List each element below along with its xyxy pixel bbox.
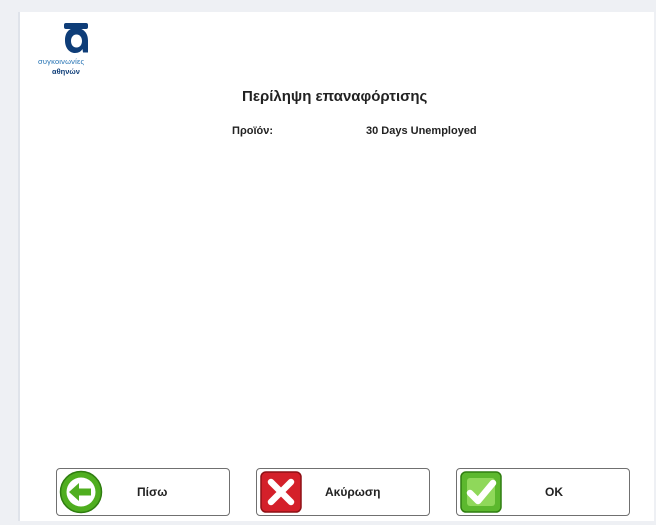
arrow-left-icon: [59, 470, 103, 514]
x-icon: [260, 471, 302, 513]
ok-button-label: OK: [545, 485, 563, 499]
page-title: Περίληψη επαναφόρτισης: [242, 88, 428, 105]
back-button[interactable]: Πίσω: [56, 468, 230, 516]
logo-text-line2: αθηνών: [52, 67, 80, 76]
logo-text-line1: συγκοινωνίες: [38, 57, 85, 66]
checkmark-icon: [460, 471, 502, 513]
left-edge-strip: [18, 12, 20, 521]
alpha-logo-icon: [64, 23, 88, 53]
cancel-button[interactable]: Ακύρωση: [256, 468, 430, 516]
product-label: Προϊόν:: [232, 125, 274, 137]
ok-button[interactable]: OK: [456, 468, 630, 516]
back-button-label: Πίσω: [137, 485, 168, 499]
oasa-logo: συγκοινωνίες αθηνών: [38, 22, 112, 78]
cancel-button-label: Ακύρωση: [325, 485, 381, 499]
product-value: 30 Days Unemployed: [366, 125, 477, 137]
